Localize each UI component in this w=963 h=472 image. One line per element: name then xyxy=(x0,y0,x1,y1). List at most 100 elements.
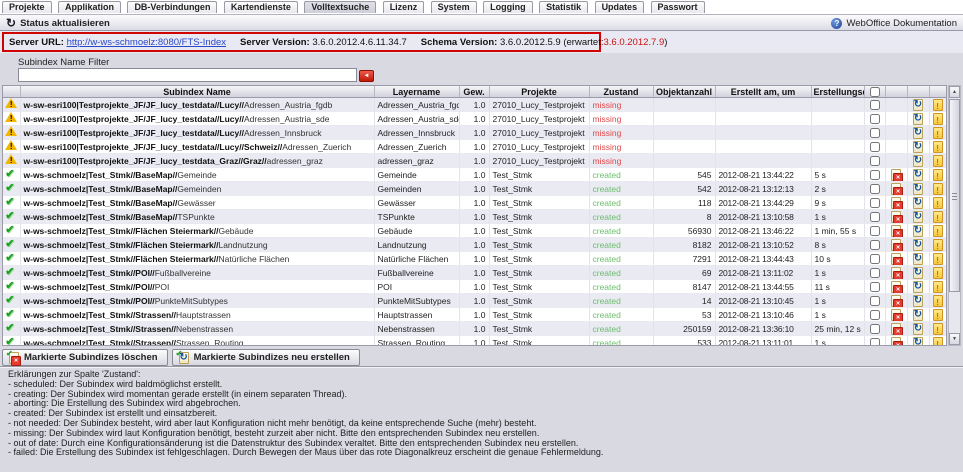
delete-subindex-icon[interactable] xyxy=(891,211,901,223)
erstellt-header[interactable]: Erstellt am, um xyxy=(715,86,811,98)
subindex-info-icon[interactable] xyxy=(933,155,943,167)
subindex-name-header[interactable]: Subindex Name xyxy=(20,86,374,98)
delete-subindex-icon[interactable] xyxy=(891,337,901,347)
delete-subindex-icon[interactable] xyxy=(891,281,901,293)
row-select-checkbox[interactable] xyxy=(870,100,880,110)
server-url-link[interactable]: http://w-ws-schmoelz:8080/FTS-Index xyxy=(67,37,226,48)
tab[interactable]: Updates xyxy=(595,1,645,13)
scroll-down-icon[interactable]: ▼ xyxy=(949,333,960,345)
subindex-info-icon[interactable] xyxy=(933,253,943,265)
subindex-info-icon[interactable] xyxy=(933,239,943,251)
subindex-info-icon[interactable] xyxy=(933,337,943,347)
delete-marked-subindexes-button[interactable]: Markierte Subindizes löschen xyxy=(2,349,168,366)
refresh-status-button[interactable]: ↻ Status aktualisieren xyxy=(6,16,110,30)
delete-subindex-icon[interactable] xyxy=(891,183,901,195)
row-select-checkbox[interactable] xyxy=(870,142,880,152)
recreate-subindex-icon[interactable] xyxy=(913,169,923,181)
recreate-subindex-icon[interactable] xyxy=(913,155,923,167)
row-select-checkbox[interactable] xyxy=(870,156,880,166)
tab[interactable]: System xyxy=(431,1,477,13)
recreate-subindex-icon[interactable] xyxy=(913,295,923,307)
recreate-marked-subindexes-button[interactable]: Markierte Subindizes neu erstellen xyxy=(172,349,360,366)
gew-header[interactable]: Gew. xyxy=(459,86,489,98)
erstellungsdauer-header[interactable]: Erstellungsdauer xyxy=(811,86,864,98)
row-select-checkbox[interactable] xyxy=(870,128,880,138)
tab[interactable]: Logging xyxy=(483,1,533,13)
recreate-subindex-icon[interactable] xyxy=(913,225,923,237)
subindex-info-icon[interactable] xyxy=(933,127,943,139)
subindex-info-icon[interactable] xyxy=(933,99,943,111)
tab[interactable]: Kartendienste xyxy=(224,1,298,13)
row-select-checkbox[interactable] xyxy=(870,324,880,334)
row-select-checkbox[interactable] xyxy=(870,170,880,180)
scrollbar-thumb[interactable] xyxy=(949,99,960,292)
recreate-subindex-icon[interactable] xyxy=(913,183,923,195)
weboffice-documentation-link[interactable]: ? WebOffice Dokumentation xyxy=(831,16,957,30)
select-all-checkbox[interactable] xyxy=(870,87,880,97)
row-select-checkbox[interactable] xyxy=(870,254,880,264)
row-select-checkbox[interactable] xyxy=(870,310,880,320)
subindex-info-icon[interactable] xyxy=(933,281,943,293)
subindex-info-icon[interactable] xyxy=(933,211,943,223)
subindex-info-icon[interactable] xyxy=(933,169,943,181)
delete-subindex-icon[interactable] xyxy=(891,239,901,251)
tab[interactable]: Statistik xyxy=(539,1,588,13)
subindex-info-icon[interactable] xyxy=(933,183,943,195)
vertical-scrollbar[interactable]: ▲ ▼ xyxy=(948,85,961,346)
recreate-subindex-icon[interactable] xyxy=(913,309,923,321)
subindex-info-icon[interactable] xyxy=(933,225,943,237)
subindex-info-icon[interactable] xyxy=(933,309,943,321)
recreate-subindex-icon[interactable] xyxy=(913,239,923,251)
delete-subindex-icon[interactable] xyxy=(891,225,901,237)
subindex-filter-input[interactable] xyxy=(18,68,357,82)
row-select-checkbox[interactable] xyxy=(870,240,880,250)
row-select-checkbox[interactable] xyxy=(870,212,880,222)
status-icon xyxy=(5,238,17,249)
objektanzahl-header[interactable]: Objektanzahl xyxy=(653,86,715,98)
recreate-subindex-icon[interactable] xyxy=(913,267,923,279)
recreate-subindex-icon[interactable] xyxy=(913,127,923,139)
gew-cell: 1.0 xyxy=(459,210,489,224)
row-select-checkbox[interactable] xyxy=(870,296,880,306)
subindex-info-icon[interactable] xyxy=(933,113,943,125)
subindex-info-icon[interactable] xyxy=(933,295,943,307)
delete-subindex-icon[interactable] xyxy=(891,197,901,209)
zustand-header[interactable]: Zustand xyxy=(589,86,653,98)
projekte-header[interactable]: Projekte xyxy=(489,86,589,98)
row-select-checkbox[interactable] xyxy=(870,338,880,346)
clear-filter-icon[interactable]: ◄ xyxy=(359,70,374,82)
subindex-info-icon[interactable] xyxy=(933,267,943,279)
subindex-info-icon[interactable] xyxy=(933,323,943,335)
row-select-checkbox[interactable] xyxy=(870,198,880,208)
delete-subindex-icon[interactable] xyxy=(891,309,901,321)
row-select-checkbox[interactable] xyxy=(870,268,880,278)
tab[interactable]: Passwort xyxy=(651,1,705,13)
subindex-info-icon[interactable] xyxy=(933,141,943,153)
layername-header[interactable]: Layername xyxy=(374,86,459,98)
delete-subindex-icon[interactable] xyxy=(891,253,901,265)
recreate-subindex-icon[interactable] xyxy=(913,337,923,347)
row-select-checkbox[interactable] xyxy=(870,184,880,194)
tab[interactable]: Projekte xyxy=(2,1,52,13)
delete-subindex-icon[interactable] xyxy=(891,169,901,181)
tab[interactable]: Lizenz xyxy=(383,1,425,13)
recreate-subindex-icon[interactable] xyxy=(913,253,923,265)
row-select-checkbox[interactable] xyxy=(870,282,880,292)
recreate-subindex-icon[interactable] xyxy=(913,113,923,125)
tab[interactable]: Applikation xyxy=(58,1,121,13)
delete-subindex-icon[interactable] xyxy=(891,323,901,335)
recreate-subindex-icon[interactable] xyxy=(913,197,923,209)
recreate-subindex-icon[interactable] xyxy=(913,281,923,293)
row-select-checkbox[interactable] xyxy=(870,114,880,124)
scroll-up-icon[interactable]: ▲ xyxy=(949,86,960,98)
delete-subindex-icon[interactable] xyxy=(891,267,901,279)
recreate-subindex-icon[interactable] xyxy=(913,211,923,223)
tab[interactable]: DB-Verbindungen xyxy=(127,1,217,13)
subindex-info-icon[interactable] xyxy=(933,197,943,209)
tab[interactable]: Volltextsuche xyxy=(304,1,376,13)
recreate-subindex-icon[interactable] xyxy=(913,141,923,153)
recreate-subindex-icon[interactable] xyxy=(913,99,923,111)
recreate-subindex-icon[interactable] xyxy=(913,323,923,335)
row-select-checkbox[interactable] xyxy=(870,226,880,236)
delete-subindex-icon[interactable] xyxy=(891,295,901,307)
